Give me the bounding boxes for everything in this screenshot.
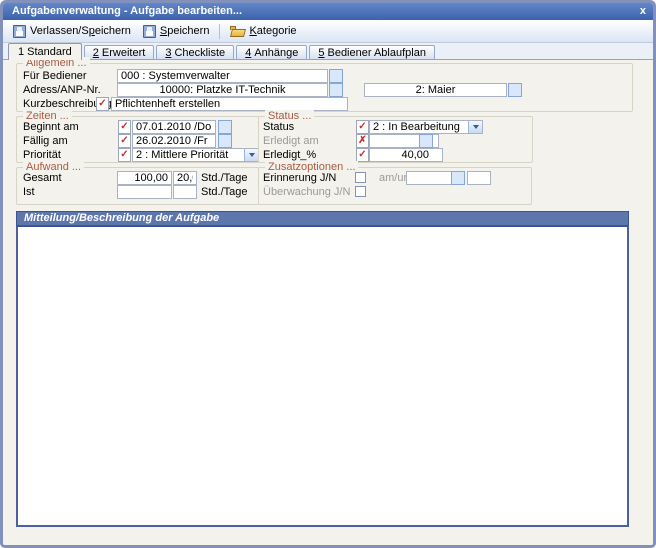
titlebar[interactable]: Aufgabenverwaltung - Aufgabe bearbeiten.… — [3, 3, 653, 20]
ist-stunden-input[interactable] — [117, 185, 172, 199]
group-status: Status ... Status ✓ 2 : In Bearbeitung E… — [258, 116, 533, 163]
group-aufwand: Aufwand ... Gesamt Std./Tage Ist Std./Ta… — [16, 167, 259, 205]
chevron-down-icon — [249, 153, 255, 157]
gesamt-tage-input[interactable] — [173, 171, 197, 185]
erinnerung-label: Erinnerung J/N — [263, 171, 336, 185]
status-label: Status — [263, 120, 294, 134]
tab-checkliste[interactable]: 3Checkliste — [156, 45, 234, 59]
erinnerung-datum-picker-button[interactable] — [451, 171, 465, 185]
speichern-button[interactable]: Speichern — [137, 23, 216, 40]
group-zusatzoptionen: Zusatzoptionen ... Erinnerung J/N am/um … — [258, 167, 532, 205]
kurzbeschreibung-input[interactable] — [111, 97, 348, 111]
toolbar-separator — [219, 24, 220, 39]
prioritaet-label: Priorität — [23, 148, 61, 162]
save-icon — [13, 25, 26, 38]
erinnerung-zeit-input[interactable] — [467, 171, 491, 185]
beginnt-am-picker-button[interactable] — [218, 120, 232, 134]
erledigt-prozent-label: Erledigt_% — [263, 148, 316, 162]
status-combo[interactable]: 2 : In Bearbeitung — [369, 120, 483, 134]
erledigt-am-label: Erledigt am — [263, 134, 319, 148]
beginnt-am-label: Beginnt am — [23, 120, 79, 134]
adress-anp-combo[interactable]: 10000: Platzke IT-Technik — [117, 83, 328, 97]
gesamt-label: Gesamt — [23, 171, 62, 185]
save-icon — [143, 25, 156, 38]
tabstrip: 1Standard 2Erweitert 3Checkliste 4Anhäng… — [3, 43, 653, 60]
prioritaet-combo[interactable]: 2 : Mittlere Priorität — [132, 148, 259, 162]
beginnt-am-input[interactable] — [132, 120, 216, 134]
kurzbeschreibung-required-button[interactable]: ✓ — [96, 97, 109, 111]
erledigt-prozent-input[interactable] — [369, 148, 443, 162]
kategorie-label: Kategorie — [249, 25, 296, 37]
speichern-label: Speichern — [160, 25, 210, 37]
ansprechpartner-lookup-button[interactable] — [508, 83, 522, 97]
open-folder-icon — [230, 26, 245, 37]
window-inner: Aufgabenverwaltung - Aufgabe bearbeiten.… — [3, 3, 653, 545]
ist-label: Ist — [23, 185, 35, 199]
ist-unit-label: Std./Tage — [201, 185, 247, 199]
fuer-bediener-combo[interactable]: 000 : Systemverwalter — [117, 69, 328, 83]
prioritaet-required-button[interactable]: ✓ — [118, 148, 131, 162]
kategorie-button[interactable]: Kategorie — [224, 23, 302, 39]
tab-anhaenge[interactable]: 4Anhänge — [236, 45, 307, 59]
faellig-am-input[interactable] — [132, 134, 216, 148]
group-zeiten: Zeiten ... Beginnt am ✓ Fällig am ✓ Prio… — [16, 116, 259, 163]
verlassen-speichern-label: Verlassen/Speichern — [30, 25, 131, 37]
tab-page-standard: Allgemein ... Für Bediener 000 : Systemv… — [3, 60, 653, 545]
close-button[interactable]: x — [640, 4, 646, 19]
ansprechpartner-combo[interactable]: 2: Maier — [364, 83, 507, 97]
dropdown-arrow-button[interactable] — [468, 121, 482, 133]
ueberwachung-label: Überwachung J/N — [263, 185, 350, 199]
window-title: Aufgabenverwaltung - Aufgabe bearbeiten.… — [12, 3, 640, 20]
faellig-am-label: Fällig am — [23, 134, 68, 148]
tab-standard[interactable]: 1Standard — [8, 43, 82, 60]
tab-bediener-ablaufplan[interactable]: 5Bediener Ablaufplan — [309, 45, 435, 59]
faellig-am-picker-button[interactable] — [218, 134, 232, 148]
erledigt-am-picker-button[interactable] — [419, 134, 433, 148]
verlassen-speichern-button[interactable]: Verlassen/Speichern — [7, 23, 137, 40]
ist-tage-input[interactable] — [173, 185, 197, 199]
toolbar: Verlassen/Speichern Speichern Kategorie — [3, 20, 653, 43]
erledigt-prozent-required-button[interactable]: ✓ — [356, 148, 369, 162]
adress-anp-label: Adress/ANP-Nr. — [23, 83, 101, 97]
tab-erweitert[interactable]: 2Erweitert — [84, 45, 155, 59]
status-required-button[interactable]: ✓ — [356, 120, 369, 134]
faellig-am-required-button[interactable]: ✓ — [118, 134, 131, 148]
app-window: Aufgabenverwaltung - Aufgabe bearbeiten.… — [0, 0, 656, 548]
gesamt-stunden-input[interactable] — [117, 171, 172, 185]
group-allgemein: Allgemein ... Für Bediener 000 : Systemv… — [16, 63, 633, 112]
gesamt-unit-label: Std./Tage — [201, 171, 247, 185]
erledigt-am-cross-button[interactable]: ✗ — [356, 134, 369, 148]
mitteilung-header: Mitteilung/Beschreibung der Aufgabe — [16, 211, 629, 226]
chevron-down-icon — [473, 125, 479, 129]
beginnt-am-required-button[interactable]: ✓ — [118, 120, 131, 134]
dropdown-arrow-button[interactable] — [244, 149, 258, 161]
fuer-bediener-label: Für Bediener — [23, 69, 87, 83]
adress-anp-lookup-button[interactable] — [329, 83, 343, 97]
ueberwachung-checkbox[interactable] — [355, 186, 366, 197]
mitteilung-textarea[interactable] — [16, 226, 629, 527]
erinnerung-checkbox[interactable] — [355, 172, 366, 183]
fuer-bediener-lookup-button[interactable] — [329, 69, 343, 83]
